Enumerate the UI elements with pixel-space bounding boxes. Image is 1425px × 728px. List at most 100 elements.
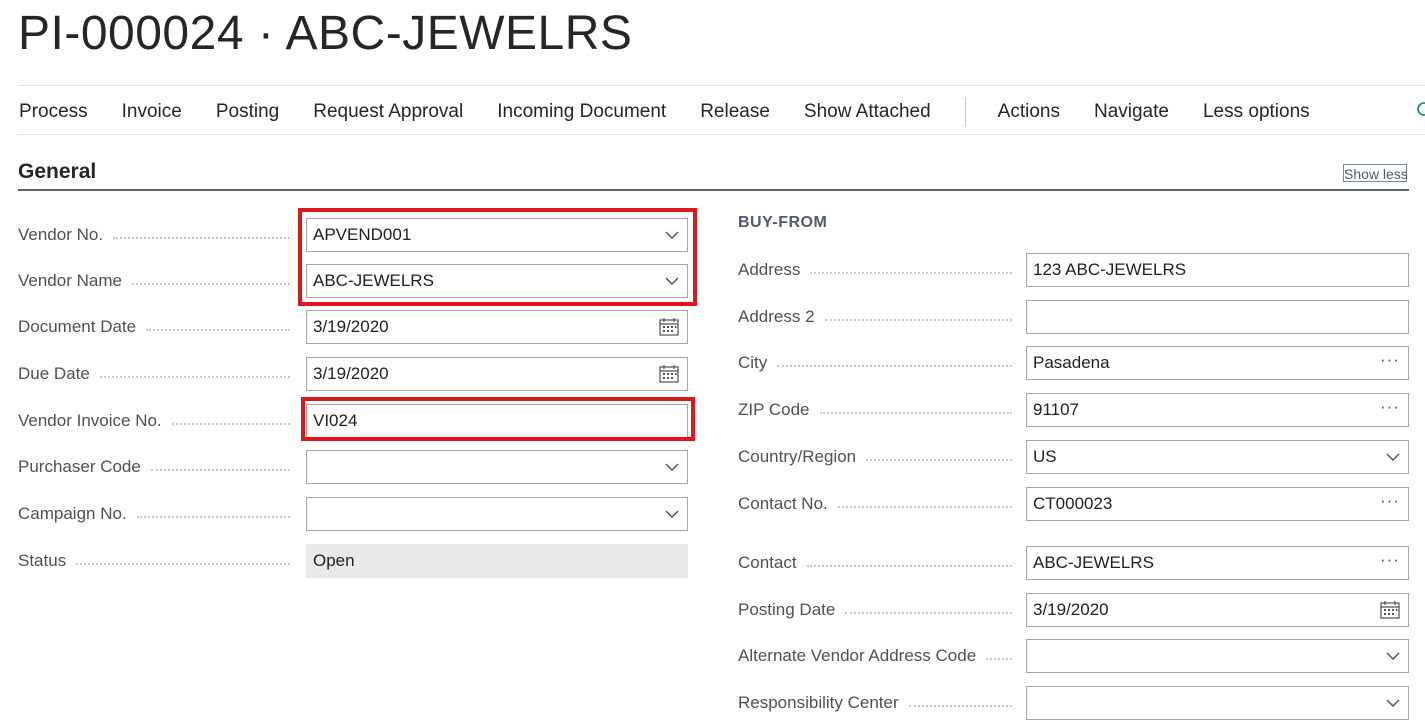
action-less-options[interactable]: Less options xyxy=(1203,101,1310,123)
divider xyxy=(18,85,1425,86)
show-less-button[interactable]: Show less xyxy=(1343,164,1408,182)
alternate-vendor-address-code-field[interactable] xyxy=(1026,639,1409,673)
label-leader-dots xyxy=(986,658,1012,660)
label-leader-dots xyxy=(76,563,290,565)
responsibility-center-label: Responsibility Center xyxy=(738,686,1012,720)
status-field: Open xyxy=(306,544,688,578)
field-row-purchaser-code: Purchaser Code xyxy=(18,450,688,484)
city-field[interactable]: Pasadena ··· xyxy=(1026,346,1409,380)
action-process[interactable]: Process xyxy=(19,101,88,123)
label-leader-dots xyxy=(810,272,1012,274)
field-row-city: City Pasadena ··· xyxy=(738,346,1409,380)
section-title-general[interactable]: General xyxy=(18,160,96,184)
due-date-label: Due Date xyxy=(18,357,290,391)
action-navigate[interactable]: Navigate xyxy=(1094,101,1169,123)
field-value: ABC-JEWELRS xyxy=(1033,553,1154,572)
field-label-text: Alternate Vendor Address Code xyxy=(738,646,977,665)
label-leader-dots xyxy=(806,565,1012,567)
search-icon[interactable] xyxy=(1415,102,1425,118)
country-region-field[interactable]: US xyxy=(1026,440,1409,474)
field-label-text: Address 2 xyxy=(738,307,815,326)
calendar-icon[interactable] xyxy=(1380,594,1400,626)
vendor-no-label: Vendor No. xyxy=(18,218,290,252)
ellipsis-icon[interactable]: ··· xyxy=(1380,394,1400,426)
action-actions[interactable]: Actions xyxy=(998,101,1060,123)
field-value: 3/19/2020 xyxy=(313,364,389,383)
field-row-status: Status Open xyxy=(18,544,688,578)
field-row-responsibility-center: Responsibility Center xyxy=(738,686,1409,720)
field-row-contact-no: Contact No. CT000023 ··· xyxy=(738,487,1409,521)
ellipsis-icon[interactable]: ··· xyxy=(1380,488,1400,520)
ellipsis-icon[interactable]: ··· xyxy=(1380,347,1400,379)
purchaser-code-field[interactable] xyxy=(306,450,688,484)
alternate-vendor-address-code-label: Alternate Vendor Address Code xyxy=(738,639,1012,673)
field-label-text: Posting Date xyxy=(738,600,836,619)
buy-from-group-title: BUY-FROM xyxy=(738,214,828,231)
page-title: PI-000024 · ABC-JEWELRS xyxy=(18,7,633,60)
field-label-text: Country/Region xyxy=(738,447,857,466)
chevron-down-icon[interactable] xyxy=(665,451,679,483)
campaign-no-field[interactable] xyxy=(306,497,688,531)
address-2-field[interactable] xyxy=(1026,300,1409,334)
field-row-country-region: Country/Region US xyxy=(738,440,1409,474)
chevron-down-icon[interactable] xyxy=(1386,441,1400,473)
field-label-text: Address xyxy=(738,260,801,279)
document-date-field[interactable]: 3/19/2020 xyxy=(306,310,688,344)
field-label-text: Document Date xyxy=(18,317,137,336)
contact-label: Contact xyxy=(738,546,1012,580)
field-label-text: Campaign No. xyxy=(18,504,127,523)
zip-code-field[interactable]: 91107 ··· xyxy=(1026,393,1409,427)
label-leader-dots xyxy=(908,705,1012,707)
action-show-attached[interactable]: Show Attached xyxy=(804,101,931,123)
action-bar: Process Invoice Posting Request Approval… xyxy=(19,90,1425,134)
contact-field[interactable]: ABC-JEWELRS ··· xyxy=(1026,546,1409,580)
label-leader-dots xyxy=(146,329,290,331)
label-leader-dots xyxy=(171,423,290,425)
divider xyxy=(18,134,1425,135)
action-release[interactable]: Release xyxy=(700,101,770,123)
country-region-label: Country/Region xyxy=(738,440,1012,474)
field-label-text: Vendor Invoice No. xyxy=(18,411,162,430)
field-label-text: Contact No. xyxy=(738,494,828,513)
contact-no-field[interactable]: CT000023 ··· xyxy=(1026,487,1409,521)
label-leader-dots xyxy=(150,469,290,471)
address-label: Address xyxy=(738,253,1012,287)
action-separator xyxy=(964,97,966,127)
field-value: CT000023 xyxy=(1033,494,1113,513)
posting-date-label: Posting Date xyxy=(738,593,1012,627)
chevron-down-icon[interactable] xyxy=(665,498,679,530)
calendar-icon[interactable] xyxy=(659,358,679,390)
action-incoming-document[interactable]: Incoming Document xyxy=(497,101,666,123)
status-label: Status xyxy=(18,544,290,578)
field-value: 91107 xyxy=(1033,400,1080,419)
field-label-text: Vendor Name xyxy=(18,271,122,290)
action-request-approval[interactable]: Request Approval xyxy=(313,101,463,123)
action-invoice[interactable]: Invoice xyxy=(122,101,182,123)
label-leader-dots xyxy=(824,319,1012,321)
field-value: Pasadena xyxy=(1033,353,1110,372)
field-label-text: ZIP Code xyxy=(738,400,810,419)
field-row-campaign-no: Campaign No. xyxy=(18,497,688,531)
label-leader-dots xyxy=(131,283,290,285)
field-row-contact: Contact ABC-JEWELRS ··· xyxy=(738,546,1409,580)
vendor-invoice-no-label: Vendor Invoice No. xyxy=(18,404,290,438)
field-label-text: Contact xyxy=(738,553,797,572)
field-label-text: Purchaser Code xyxy=(18,457,141,476)
due-date-field[interactable]: 3/19/2020 xyxy=(306,357,688,391)
field-label-text: City xyxy=(738,353,768,372)
label-leader-dots xyxy=(845,612,1012,614)
vendor-name-label: Vendor Name xyxy=(18,264,290,298)
calendar-icon[interactable] xyxy=(659,311,679,343)
address-field[interactable]: 123 ABC-JEWELRS xyxy=(1026,253,1409,287)
contact-no-label: Contact No. xyxy=(738,487,1012,521)
field-value: US xyxy=(1033,447,1057,466)
responsibility-center-field[interactable] xyxy=(1026,686,1409,720)
ellipsis-icon[interactable]: ··· xyxy=(1380,547,1400,579)
zip-code-label: ZIP Code xyxy=(738,393,1012,427)
chevron-down-icon[interactable] xyxy=(1386,687,1400,719)
address-2-label: Address 2 xyxy=(738,300,1012,334)
chevron-down-icon[interactable] xyxy=(1386,640,1400,672)
action-posting[interactable]: Posting xyxy=(216,101,279,123)
posting-date-field[interactable]: 3/19/2020 xyxy=(1026,593,1409,627)
label-leader-dots xyxy=(866,459,1012,461)
